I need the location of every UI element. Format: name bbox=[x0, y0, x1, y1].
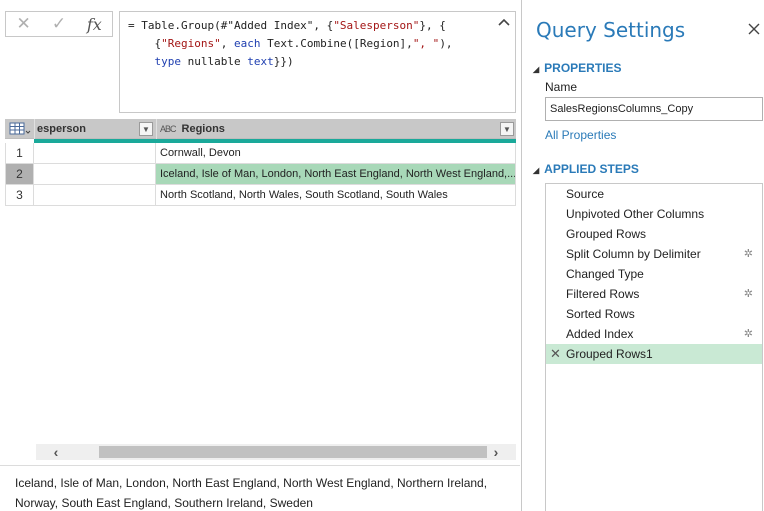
table-cell[interactable] bbox=[34, 143, 156, 163]
step-sorted-rows[interactable]: Sorted Rows bbox=[546, 304, 762, 324]
table-cell[interactable]: North Scotland, North Wales, South Scotl… bbox=[156, 185, 516, 205]
chevron-left-icon[interactable]: ‹ bbox=[46, 444, 66, 460]
formula-string: "Salesperson" bbox=[333, 19, 420, 32]
horizontal-scrollbar[interactable]: ‹ › bbox=[36, 444, 516, 460]
grid-header: esperson ▼ ABC Regions ▼ bbox=[5, 119, 516, 139]
step-label: Unpivoted Other Columns bbox=[566, 207, 705, 221]
section-label: APPLIED STEPS bbox=[544, 162, 639, 176]
step-split-column-by-delimiter[interactable]: Split Column by Delimiter ✲ bbox=[546, 244, 762, 264]
commit-icon[interactable]: ✓ bbox=[41, 12, 76, 36]
step-label: Added Index bbox=[566, 327, 634, 341]
close-icon[interactable] bbox=[746, 21, 764, 39]
step-label: Split Column by Delimiter bbox=[566, 247, 701, 261]
step-changed-type[interactable]: Changed Type bbox=[546, 264, 762, 284]
delete-icon[interactable]: ✕ bbox=[550, 346, 561, 362]
table-cell[interactable]: Cornwall, Devon bbox=[156, 143, 516, 163]
properties-heading[interactable]: ◢ PROPERTIES bbox=[533, 61, 622, 75]
formula-text: }, { bbox=[419, 19, 446, 32]
step-source[interactable]: Source bbox=[546, 184, 762, 204]
collapse-formula-icon[interactable] bbox=[497, 16, 511, 30]
column-header-regions[interactable]: ABC Regions ▼ bbox=[156, 119, 516, 139]
row-number[interactable]: 3 bbox=[5, 185, 34, 205]
formula-bar-buttons: ✕ ✓ fx bbox=[5, 11, 113, 37]
formula-editor[interactable]: = Table.Group(#"Added Index", {"Salesper… bbox=[119, 11, 516, 113]
table-row[interactable]: 2 Iceland, Isle of Man, London, North Ea… bbox=[5, 164, 516, 185]
cell-preview: Iceland, Isle of Man, London, North East… bbox=[0, 465, 520, 511]
pane-divider[interactable] bbox=[521, 0, 522, 511]
chevron-down-icon[interactable]: ▼ bbox=[500, 122, 514, 136]
formula-text: = Table.Group(#"Added Index", { bbox=[128, 19, 334, 32]
formula-text: nullable bbox=[181, 55, 248, 68]
step-label: Source bbox=[566, 187, 605, 201]
table-cell[interactable] bbox=[34, 185, 156, 205]
step-unpivoted-other-columns[interactable]: Unpivoted Other Columns bbox=[546, 204, 762, 224]
table-cell[interactable]: Iceland, Isle of Man, London, North East… bbox=[156, 164, 516, 184]
step-grouped-rows1[interactable]: ✕ Grouped Rows1 bbox=[546, 344, 762, 364]
step-label: Grouped Rows bbox=[566, 227, 647, 241]
formula-string: ", " bbox=[412, 37, 440, 50]
table-row[interactable]: 1 Cornwall, Devon bbox=[5, 143, 516, 164]
applied-steps-heading[interactable]: ◢ APPLIED STEPS bbox=[533, 162, 639, 176]
formula-text: { bbox=[128, 37, 162, 50]
step-label: Changed Type bbox=[566, 267, 644, 281]
table-row[interactable]: 3 North Scotland, North Wales, South Sco… bbox=[5, 185, 516, 206]
chevron-down-icon[interactable]: ▼ bbox=[139, 122, 153, 136]
step-label: Grouped Rows1 bbox=[566, 347, 653, 361]
query-name-input[interactable] bbox=[545, 97, 763, 121]
formula-string: "Regions" bbox=[161, 37, 221, 50]
formula-text bbox=[128, 55, 155, 68]
step-label: Filtered Rows bbox=[566, 287, 640, 301]
column-header-label: Regions bbox=[181, 123, 225, 135]
query-settings-title: Query Settings bbox=[536, 18, 686, 42]
step-added-index[interactable]: Added Index ✲ bbox=[546, 324, 762, 344]
formula-text: }}) bbox=[273, 55, 294, 68]
name-label: Name bbox=[545, 80, 578, 94]
gear-icon[interactable]: ✲ bbox=[744, 247, 753, 260]
fx-icon[interactable]: fx bbox=[77, 12, 112, 36]
step-grouped-rows[interactable]: Grouped Rows bbox=[546, 224, 762, 244]
step-label: Sorted Rows bbox=[566, 307, 635, 321]
table-cell[interactable] bbox=[34, 164, 156, 184]
column-header-label: esperson bbox=[37, 123, 86, 135]
applied-steps-list: Source Unpivoted Other Columns Grouped R… bbox=[545, 183, 763, 511]
preview-text: Iceland, Isle of Man, London, North East… bbox=[15, 476, 488, 490]
formula-text: , bbox=[220, 37, 234, 50]
scrollbar-thumb[interactable] bbox=[99, 446, 487, 458]
formula-keyword: text bbox=[247, 55, 274, 68]
text-type-icon[interactable]: ABC bbox=[160, 124, 176, 134]
section-label: PROPERTIES bbox=[544, 61, 622, 75]
formula-keyword: type bbox=[154, 55, 182, 68]
column-header-salesperson[interactable]: esperson ▼ bbox=[34, 119, 156, 139]
gear-icon[interactable]: ✲ bbox=[744, 287, 753, 300]
preview-text: Norway, South East England, Southern Ire… bbox=[15, 496, 313, 510]
table-menu-icon[interactable] bbox=[5, 119, 34, 139]
triangle-down-icon[interactable]: ◢ bbox=[533, 65, 539, 74]
chevron-right-icon[interactable]: › bbox=[486, 444, 506, 460]
formula-keyword: each bbox=[233, 37, 261, 50]
row-number[interactable]: 1 bbox=[5, 143, 34, 163]
triangle-down-icon[interactable]: ◢ bbox=[533, 166, 539, 175]
all-properties-link[interactable]: All Properties bbox=[545, 128, 616, 142]
formula-text: ), bbox=[439, 37, 453, 50]
step-filtered-rows[interactable]: Filtered Rows ✲ bbox=[546, 284, 762, 304]
gear-icon[interactable]: ✲ bbox=[744, 327, 753, 340]
data-grid: esperson ▼ ABC Regions ▼ 1 Cornwall, Dev… bbox=[5, 119, 516, 206]
row-number[interactable]: 2 bbox=[5, 164, 34, 184]
cancel-icon[interactable]: ✕ bbox=[6, 12, 41, 36]
formula-text: Text.Combine([Region], bbox=[260, 37, 413, 50]
